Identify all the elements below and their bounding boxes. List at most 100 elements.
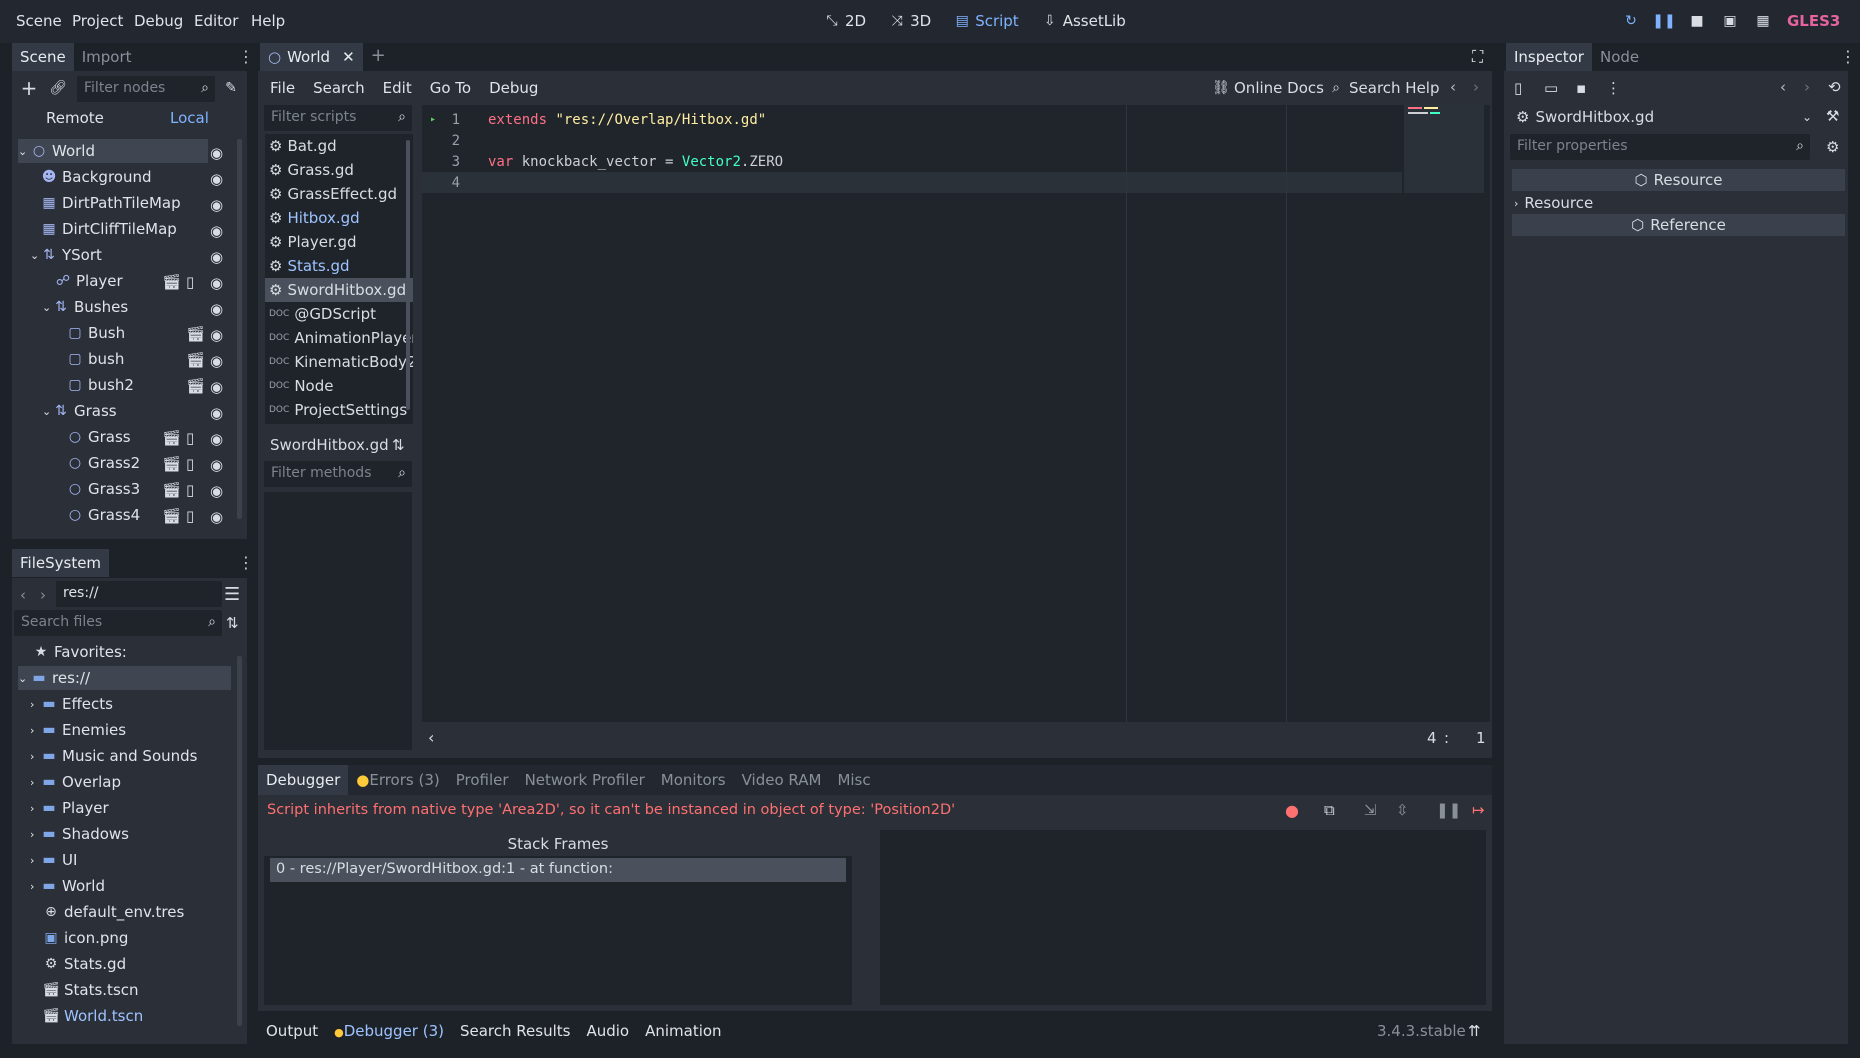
online-docs-button[interactable]: ⛓ Online Docs bbox=[1212, 79, 1324, 97]
copy-error-icon[interactable]: ⧉ bbox=[1324, 801, 1335, 819]
object-selector[interactable]: ⚙ SwordHitbox.gd ⌄ bbox=[1510, 104, 1816, 130]
visibility-icon[interactable]: ◉ bbox=[210, 300, 223, 318]
tree-node-player[interactable]: ☍ Player bbox=[54, 269, 123, 293]
open-scene-icon[interactable]: 🎬︎ bbox=[186, 325, 205, 343]
tree-node-grass4[interactable]: ○ Grass4 bbox=[66, 503, 140, 527]
history-forward-icon[interactable]: › bbox=[1804, 78, 1810, 96]
filter-scripts-input[interactable]: Filter scripts ⌕ bbox=[264, 105, 412, 131]
visibility-icon[interactable]: ◉ bbox=[210, 378, 223, 396]
script-menu-debug[interactable]: Debug bbox=[489, 79, 538, 97]
filter-nodes-input[interactable]: Filter nodes ⌕ bbox=[77, 76, 215, 102]
script-attached-icon[interactable]: ▯ bbox=[186, 273, 194, 291]
fs-file-icon-png[interactable]: ▣ icon.png bbox=[42, 926, 128, 950]
open-scene-icon[interactable]: 🎬︎ bbox=[162, 507, 181, 525]
tab-search-results[interactable]: Search Results bbox=[452, 1017, 578, 1045]
subsection-resource[interactable]: › Resource bbox=[1514, 192, 1593, 214]
script-menu-file[interactable]: File bbox=[270, 79, 295, 97]
remote-button[interactable]: Remote bbox=[46, 109, 104, 127]
script-item-stats[interactable]: ⚙ Stats.gd bbox=[265, 254, 413, 278]
visibility-icon[interactable]: ◉ bbox=[210, 352, 223, 370]
tree-node-grass3[interactable]: ○ Grass3 bbox=[66, 477, 140, 501]
fs-file-stats-tscn[interactable]: 🎬︎ Stats.tscn bbox=[42, 978, 138, 1002]
close-icon[interactable]: ✕ bbox=[342, 48, 355, 66]
visibility-icon[interactable]: ◉ bbox=[210, 144, 223, 162]
fs-file-stats-gd[interactable]: ⚙ Stats.gd bbox=[42, 952, 126, 976]
search-files-input[interactable]: Search files ⌕ bbox=[14, 610, 222, 636]
fs-folder-world[interactable]: › ▬ World bbox=[30, 874, 105, 898]
section-resource[interactable]: ⬡ Resource bbox=[1512, 169, 1845, 191]
section-reference[interactable]: ⬡ Reference bbox=[1512, 214, 1845, 236]
tab-errors[interactable]: ●Errors (3) bbox=[348, 765, 448, 795]
history-forward-icon[interactable]: › bbox=[1473, 78, 1479, 96]
distraction-free-icon[interactable]: ⛶ bbox=[1472, 47, 1483, 67]
add-node-icon[interactable]: + bbox=[20, 76, 38, 100]
record-icon[interactable]: ● bbox=[1285, 801, 1299, 820]
main-screen-script[interactable]: ▤ Script bbox=[953, 12, 1019, 30]
visibility-icon[interactable]: ◉ bbox=[210, 248, 223, 266]
tab-video-ram[interactable]: Video RAM bbox=[734, 765, 830, 795]
visibility-icon[interactable]: ◉ bbox=[210, 482, 223, 500]
visibility-icon[interactable]: ◉ bbox=[210, 222, 223, 240]
visibility-icon[interactable]: ◉ bbox=[210, 430, 223, 448]
fs-folder-ui[interactable]: › ▬ UI bbox=[30, 848, 77, 872]
script-item-grasseffect[interactable]: ⚙ GrassEffect.gd bbox=[265, 182, 413, 206]
filesystem-menu-icon[interactable]: ⋮ bbox=[238, 553, 254, 572]
tab-bottom-debugger[interactable]: ●Debugger (3) bbox=[326, 1017, 452, 1045]
tab-animation[interactable]: Animation bbox=[637, 1017, 729, 1045]
back-icon[interactable]: ‹ bbox=[20, 586, 26, 604]
renderer-selector[interactable]: GLES3 bbox=[1787, 12, 1840, 30]
tab-network-profiler[interactable]: Network Profiler bbox=[517, 765, 653, 795]
scene-dock-menu-icon[interactable]: ⋮ bbox=[238, 47, 254, 66]
link-icon[interactable]: 🔗︎ bbox=[49, 79, 67, 97]
object-properties-icon[interactable]: ⚒ bbox=[1826, 107, 1839, 125]
tab-node[interactable]: Node bbox=[1592, 43, 1647, 71]
tab-profiler[interactable]: Profiler bbox=[448, 765, 517, 795]
visibility-icon[interactable]: ◉ bbox=[210, 196, 223, 214]
open-scene-icon[interactable]: 🎬︎ bbox=[186, 377, 205, 395]
break-icon[interactable]: ❚❚ bbox=[1436, 801, 1461, 819]
script-menu-search[interactable]: Search bbox=[313, 79, 365, 97]
expand-bottom-panel-icon[interactable]: ⇈ bbox=[1468, 1022, 1481, 1040]
main-screen-3d[interactable]: ⤨ 3D bbox=[888, 12, 931, 30]
visibility-icon[interactable]: ◉ bbox=[210, 274, 223, 292]
script-item-kinematicbody2d-doc[interactable]: DOCKinematicBody2D bbox=[265, 350, 413, 374]
menu-project[interactable]: Project bbox=[72, 12, 123, 30]
filter-methods-input[interactable]: Filter methods ⌕ bbox=[264, 461, 412, 487]
step-over-icon[interactable]: ⇳ bbox=[1396, 801, 1409, 819]
history-back-icon[interactable]: ‹ bbox=[1450, 78, 1456, 96]
tab-inspector[interactable]: Inspector bbox=[1506, 43, 1592, 71]
save-icon[interactable]: ▪ bbox=[1576, 79, 1586, 97]
script-item-swordhitbox[interactable]: ⚙ SwordHitbox.gd bbox=[265, 278, 413, 302]
fs-root-item[interactable]: ⌄ ▬ res:// bbox=[18, 666, 231, 690]
menu-help[interactable]: Help bbox=[251, 12, 285, 30]
sort-methods-icon[interactable]: ⇅ bbox=[392, 436, 405, 454]
scene-tree-scrollbar[interactable] bbox=[237, 139, 242, 519]
tree-node-background[interactable]: ☻ Background bbox=[40, 165, 152, 189]
reload-icon[interactable]: ↻ bbox=[1622, 12, 1640, 30]
script-attached-icon[interactable]: ▯ bbox=[186, 455, 194, 473]
script-attached-icon[interactable]: ▯ bbox=[186, 507, 194, 525]
open-scene-icon[interactable]: 🎬︎ bbox=[162, 273, 181, 291]
tab-output[interactable]: Output bbox=[258, 1017, 326, 1045]
new-resource-icon[interactable]: ▯ bbox=[1514, 79, 1522, 97]
visibility-icon[interactable]: ◉ bbox=[210, 326, 223, 344]
script-attached-icon[interactable]: ▯ bbox=[186, 481, 194, 499]
open-scene-icon[interactable]: 🎬︎ bbox=[162, 481, 181, 499]
tree-node-grass-group[interactable]: ⌄ ⇅ Grass bbox=[42, 399, 117, 423]
step-into-icon[interactable]: ⇲ bbox=[1364, 801, 1377, 819]
script-attached-icon[interactable]: ▯ bbox=[186, 429, 194, 447]
tree-node-bush-lower[interactable]: ▢ bush bbox=[66, 347, 124, 371]
open-scene-icon[interactable]: 🎬︎ bbox=[162, 429, 181, 447]
more-options-icon[interactable]: ⋮ bbox=[1606, 79, 1621, 97]
visibility-icon[interactable]: ◉ bbox=[210, 404, 223, 422]
collapse-script-list-icon[interactable]: ‹ bbox=[428, 728, 434, 747]
menu-editor[interactable]: Editor bbox=[194, 12, 238, 30]
tree-node-world[interactable]: ⌄ ○ World bbox=[18, 139, 208, 163]
stack-frame-row[interactable]: 0 - res://Player/SwordHitbox.gd:1 - at f… bbox=[270, 858, 846, 882]
inspector-menu-icon[interactable]: ⋮ bbox=[1840, 47, 1856, 66]
tab-scene[interactable]: Scene bbox=[12, 43, 74, 71]
object-history-icon[interactable]: ⟲ bbox=[1828, 78, 1841, 96]
visibility-icon[interactable]: ◉ bbox=[210, 170, 223, 188]
tab-filesystem[interactable]: FileSystem bbox=[12, 549, 110, 577]
scene-tab-world[interactable]: ○ World ✕ bbox=[260, 43, 363, 71]
